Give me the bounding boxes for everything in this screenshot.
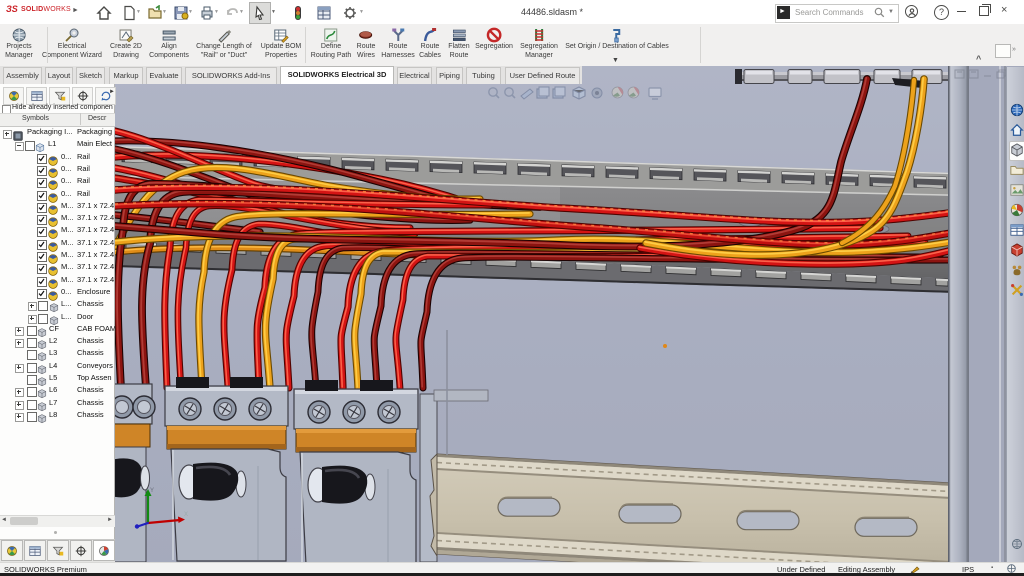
svg-text:X: X [184,512,188,518]
svg-text:Y: Y [150,488,154,494]
